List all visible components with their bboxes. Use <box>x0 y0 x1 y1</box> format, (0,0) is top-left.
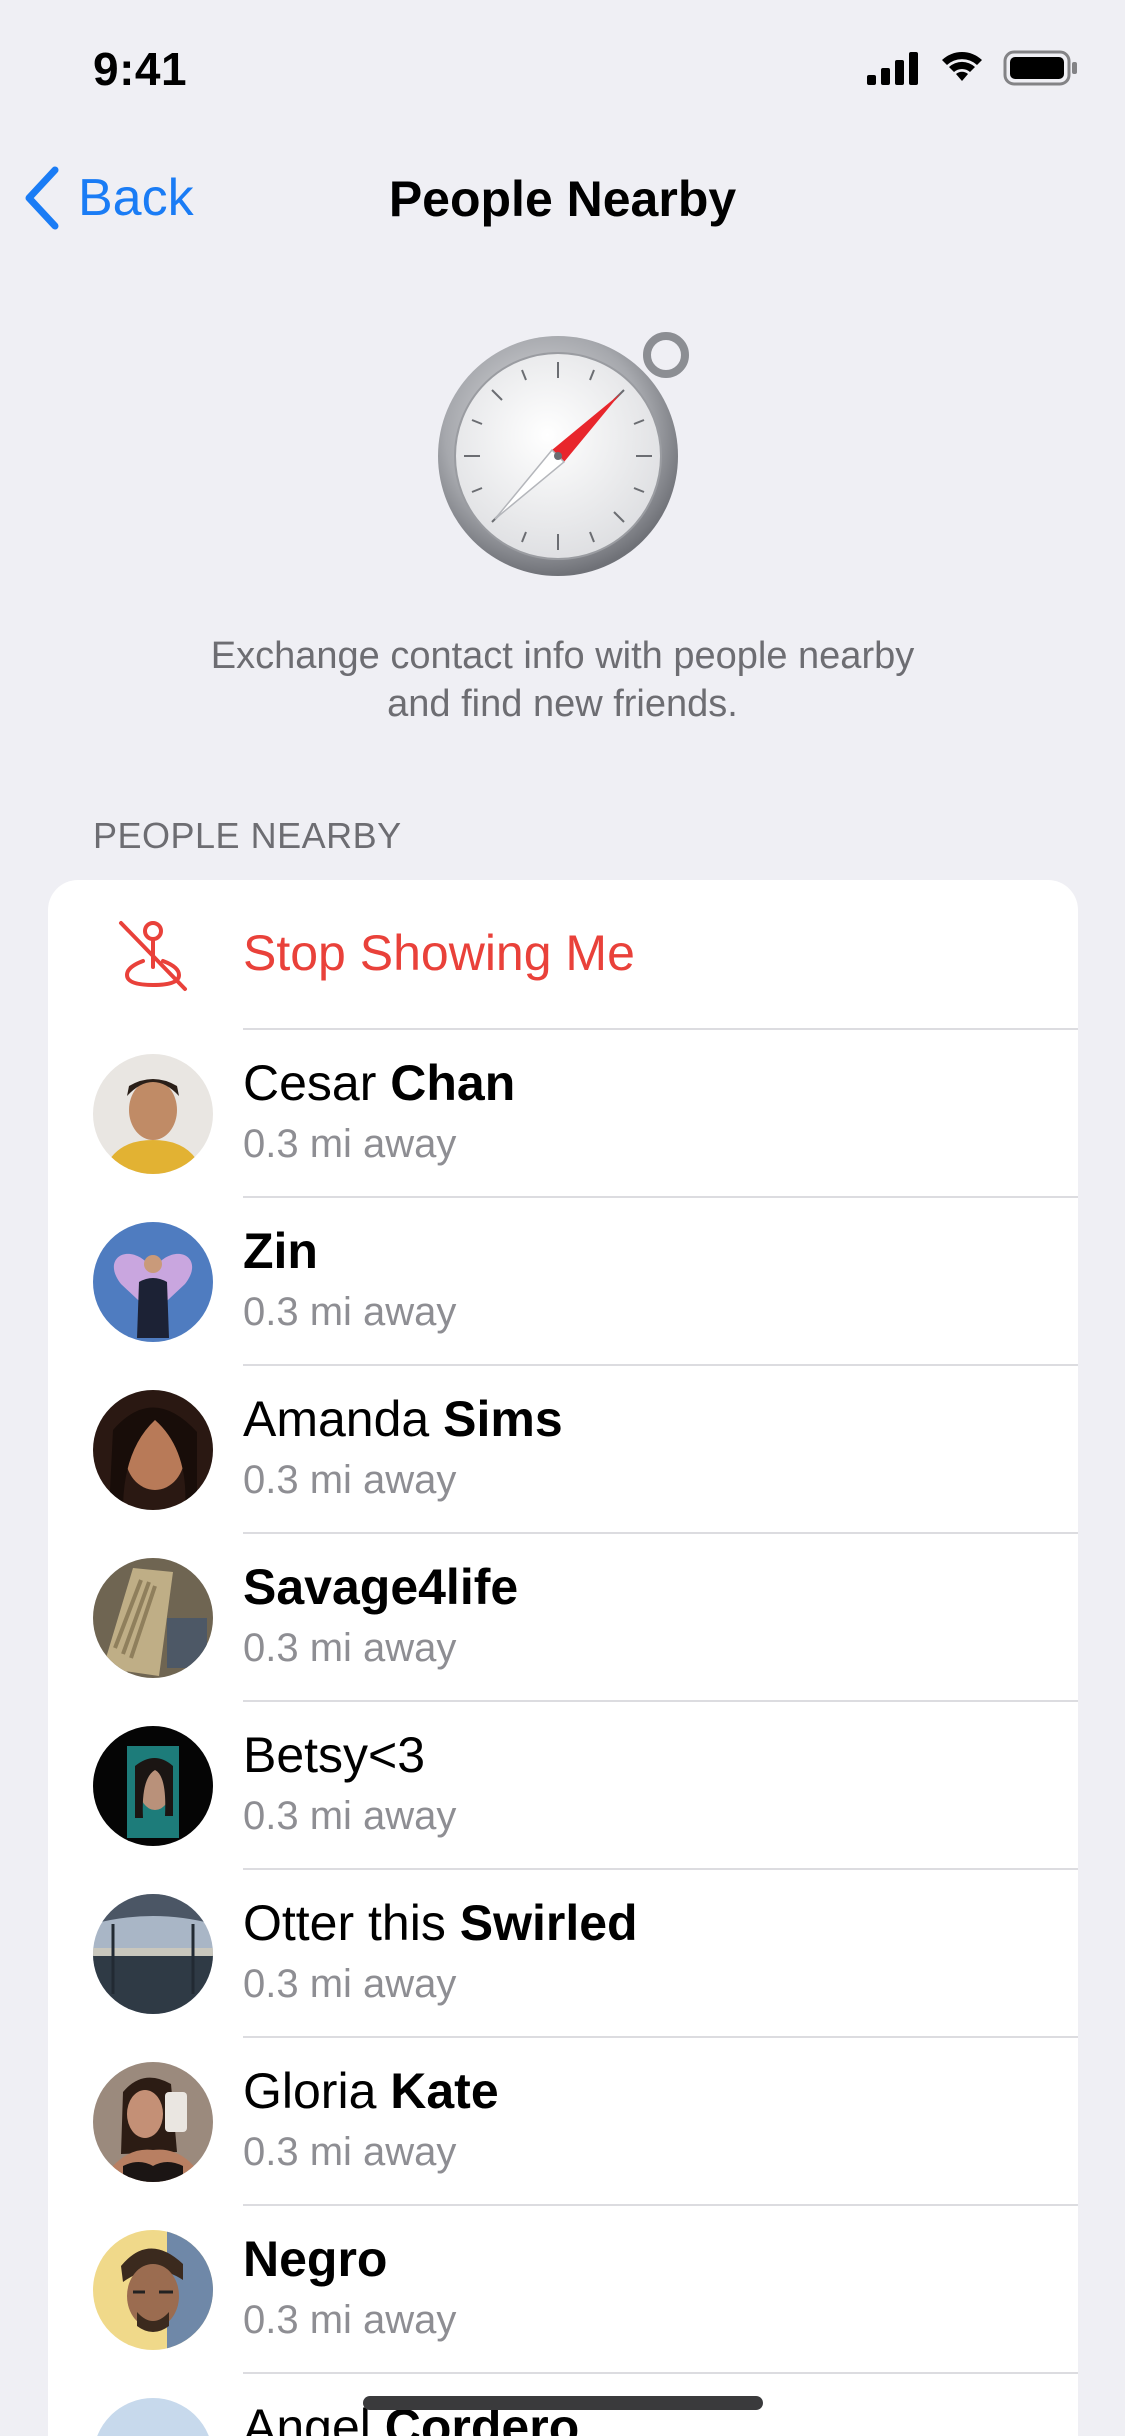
list-item[interactable]: Amanda Sims 0.3 mi away <box>48 1366 1078 1534</box>
hero-description: Exchange contact info with people nearby… <box>120 632 1005 728</box>
person-distance: 0.3 mi away <box>243 2298 457 2342</box>
avatar <box>93 1894 213 2014</box>
person-name: Negro <box>243 2231 388 2287</box>
avatar <box>93 1558 213 1678</box>
compass-icon <box>438 332 689 576</box>
person-name: Zin <box>243 1223 318 1279</box>
list-item[interactable]: Zin 0.3 mi away <box>48 1198 1078 1366</box>
person-distance: 0.3 mi away <box>243 1794 457 1838</box>
status-icons <box>867 50 1079 86</box>
list-item[interactable]: Otter this Swirled 0.3 mi away <box>48 1870 1078 2038</box>
person-distance: 0.3 mi away <box>243 1290 457 1334</box>
person-name: Savage4life <box>243 1559 519 1615</box>
stop-showing-me-button[interactable]: Stop Showing Me <box>48 880 1078 1030</box>
person-name: Amanda Sims <box>243 1391 563 1447</box>
status-time: 9:41 <box>93 43 188 95</box>
list-item[interactable]: Cesar Chan 0.3 mi away <box>48 1030 1078 1198</box>
stop-location-icon <box>119 921 187 991</box>
person-name: Gloria Kate <box>243 2063 499 2119</box>
wifi-icon <box>942 52 982 81</box>
person-distance: 0.3 mi away <box>243 2130 457 2174</box>
person-name: Cesar Chan <box>243 1055 516 1111</box>
home-indicator[interactable] <box>363 2396 763 2410</box>
list-item[interactable]: Negro 0.3 mi away <box>48 2206 1078 2374</box>
avatar <box>93 1222 213 1342</box>
avatar <box>93 1054 213 1174</box>
page-title: People Nearby <box>388 171 737 227</box>
person-distance: 0.3 mi away <box>243 1626 457 1670</box>
person-name: Otter this Swirled <box>243 1895 638 1951</box>
hero-line-2: and find new friends. <box>387 683 738 725</box>
avatar <box>93 1390 213 1510</box>
section-header: PEOPLE NEARBY <box>93 815 402 856</box>
avatar <box>93 2398 213 2436</box>
avatar <box>93 1726 213 1846</box>
hero-line-1: Exchange contact info with people nearby <box>210 635 915 677</box>
list-item[interactable]: Gloria Kate 0.3 mi away <box>48 2038 1078 2206</box>
status-bar: 9:41 <box>0 0 1125 140</box>
list-item[interactable]: Betsy<3 0.3 mi away <box>48 1702 1078 1870</box>
avatar <box>93 2062 213 2182</box>
person-distance: 0.3 mi away <box>243 1122 457 1166</box>
person-distance: 0.3 mi away <box>243 1458 457 1502</box>
navigation-bar: Back People Nearby <box>0 150 1125 250</box>
avatar <box>93 2230 213 2350</box>
person-distance: 0.3 mi away <box>243 1962 457 2006</box>
stop-showing-me-label: Stop Showing Me <box>243 925 635 981</box>
people-list: Stop Showing Me Cesar Chan 0.3 mi away Z… <box>48 880 1078 2436</box>
battery-icon <box>1003 50 1077 86</box>
person-name: Betsy<3 <box>243 1727 426 1783</box>
signal-icon <box>867 52 918 85</box>
list-item[interactable]: Savage4life 0.3 mi away <box>48 1534 1078 1702</box>
